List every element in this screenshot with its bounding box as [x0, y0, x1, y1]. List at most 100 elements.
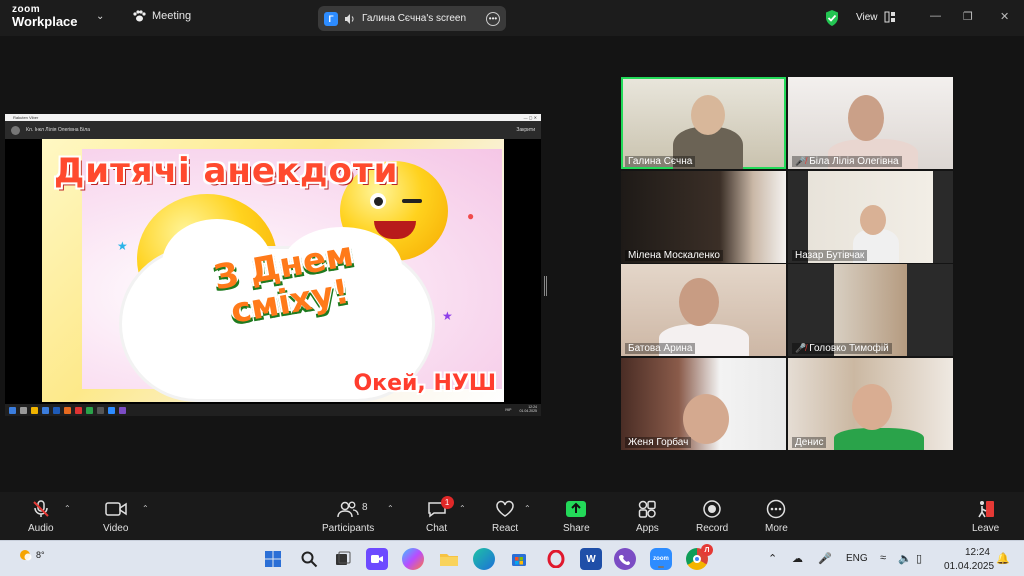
shared-app-icon [53, 406, 60, 414]
participant-tile[interactable]: 🎤̸ Біла Лілія Олегівна [788, 77, 953, 169]
react-options-caret[interactable]: ⌃ [524, 504, 531, 513]
shared-opera-icon [75, 406, 82, 414]
shared-screen[interactable]: Rakuten Viber — ▢ ✕ Кл. Інкл Лілія Олегі… [5, 114, 541, 416]
weather-widget[interactable]: 8° [16, 546, 45, 564]
paw-icon [133, 10, 146, 22]
file-explorer-icon[interactable] [438, 548, 460, 570]
grid-view-icon [884, 11, 895, 23]
apps-label: Apps [636, 523, 659, 534]
react-button[interactable]: React [492, 498, 518, 534]
volume-icon[interactable]: 🔈 [898, 552, 912, 565]
close-icon[interactable]: ✕ [1000, 10, 1009, 23]
clock-time: 12:24 [964, 547, 990, 558]
more-label: More [765, 523, 788, 534]
participant-face [848, 95, 884, 141]
zoom-logo[interactable]: zoom Workplace [12, 5, 78, 29]
language-indicator[interactable]: ENG [846, 553, 868, 564]
store-icon[interactable] [508, 548, 530, 570]
participant-name: Біла Лілія Олегівна [809, 156, 899, 167]
minimize-icon[interactable]: — [930, 10, 941, 22]
participant-face [860, 205, 886, 235]
leave-button[interactable]: Leave [972, 498, 999, 534]
weather-sun-icon [20, 550, 32, 561]
participant-name: Галина Сєчна [628, 156, 693, 167]
chrome-profile-badge: Л [701, 544, 713, 556]
shared-taskbar: УКР 12:24 01.04.2025 [5, 404, 541, 416]
star-icon: ● [467, 209, 475, 223]
share-label: Share [563, 523, 590, 534]
tray-chevron-up-icon[interactable]: ⌃ [768, 552, 777, 565]
windows-taskbar: 8° W zoom Л ⌃ ☁ 🎤 ENG ≈ 🔈 ▯ 12:24 01.04.… [0, 540, 1024, 576]
audio-options-caret[interactable]: ⌃ [64, 504, 71, 513]
chevron-down-icon[interactable]: ⌄ [96, 11, 104, 22]
zoom-app-icon[interactable]: zoom [650, 548, 672, 570]
word-icon[interactable]: W [580, 548, 602, 570]
wifi-icon[interactable]: ≈ [880, 552, 886, 564]
muted-mic-icon: 🎤̸ [795, 343, 807, 353]
microphone-icon[interactable]: 🎤 [818, 552, 832, 565]
participant-name-tile: 🎤̸ Біла Лілія Олегівна [792, 156, 902, 167]
splitter-handle[interactable] [544, 276, 547, 296]
leave-icon [977, 501, 994, 518]
participant-name-tile: Галина Сєчна [625, 156, 696, 167]
shared-search-icon [20, 406, 27, 414]
video-options-caret[interactable]: ⌃ [142, 504, 149, 513]
video-label: Video [103, 523, 129, 534]
sharer-avatar: Г [324, 11, 338, 26]
more-icon [767, 499, 786, 519]
participant-name-tile: Батова Арина [625, 343, 696, 354]
slide-image: ★ ★ ★ ★ ● Дитячі анекдоти З Днем сміху! … [42, 139, 504, 402]
system-clock[interactable]: 12:24 01.04.2025 [944, 546, 995, 573]
shared-viber-icon [119, 406, 126, 414]
copilot-icon[interactable] [402, 548, 424, 570]
view-label: View [856, 11, 878, 23]
screen-share-pill[interactable]: Г Галина Сєчна's screen ••• [318, 6, 506, 31]
viber-close-label: Закрити [516, 127, 535, 133]
participant-face [679, 278, 719, 326]
participant-name: Денис [795, 437, 824, 448]
apps-button[interactable]: Apps [636, 498, 659, 534]
participant-tile[interactable]: Галина Сєчна [621, 77, 786, 169]
viber-icon[interactable] [614, 548, 636, 570]
participant-tile[interactable]: 🎤̸ Головко Тимофій [788, 264, 953, 356]
participant-tile[interactable]: Денис [788, 358, 953, 450]
shield-check-icon[interactable] [824, 9, 840, 27]
video-button[interactable]: Video [103, 498, 128, 534]
edge-icon[interactable] [473, 548, 495, 570]
record-button[interactable]: Record [696, 498, 728, 534]
shared-folder-icon [31, 406, 38, 414]
more-button[interactable]: More [765, 498, 788, 534]
restore-icon[interactable]: ❐ [963, 10, 973, 23]
tray-app-icon[interactable]: ☁ [792, 552, 803, 565]
participant-gallery: Галина Сєчна 🎤̸ Біла Лілія Олегівна Мілен… [621, 77, 954, 452]
weather-temp: 8° [36, 550, 45, 560]
task-view-icon[interactable] [332, 548, 354, 570]
chrome-icon[interactable]: Л [686, 544, 713, 570]
participants-options-caret[interactable]: ⌃ [387, 504, 394, 513]
slide-footer-text: Окей, НУШ [353, 371, 496, 396]
audio-button[interactable]: Audio [28, 498, 54, 534]
clock-date: 01.04.2025 [944, 560, 995, 572]
notification-bell-icon[interactable]: 🔔 [996, 552, 1010, 565]
windows-start-icon[interactable] [262, 548, 284, 570]
shared-lang: УКР [504, 408, 512, 412]
participant-tile[interactable]: Женя Горбач [621, 358, 786, 450]
chat-options-caret[interactable]: ⌃ [459, 504, 466, 513]
meeting-button[interactable]: Meeting [132, 9, 191, 23]
participant-tile[interactable]: Батова Арина [621, 264, 786, 356]
more-options-icon[interactable]: ••• [486, 11, 500, 26]
chat-unread-badge: 1 [440, 496, 454, 509]
battery-icon[interactable]: ▯ [916, 552, 922, 565]
muted-mic-icon [33, 500, 49, 517]
search-icon[interactable] [298, 548, 320, 570]
participant-name-tile: Назар Бутівчак [792, 250, 868, 261]
participant-tile[interactable]: Мілена Москаленко [621, 171, 786, 263]
star-icon: ★ [442, 309, 453, 323]
meet-app-icon[interactable] [366, 548, 388, 570]
opera-icon[interactable] [545, 548, 567, 570]
chat-button[interactable]: 1 Chat [426, 496, 454, 534]
participant-tile[interactable]: Назар Бутівчак [788, 171, 953, 263]
view-button[interactable]: View [856, 11, 896, 23]
share-button[interactable]: Share [563, 498, 590, 534]
shared-date: 01.04.2025 [519, 409, 537, 413]
